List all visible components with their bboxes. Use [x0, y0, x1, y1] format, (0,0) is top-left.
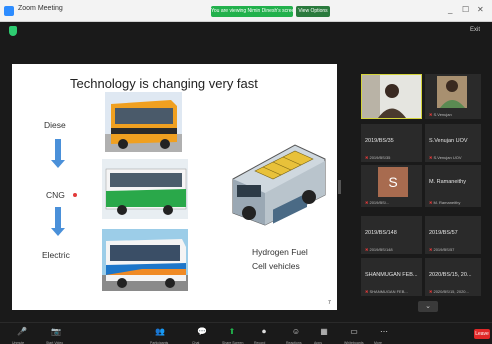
participant-tile[interactable]: 2020/BS/15, 20... ✖ 2020/BS/15, 2020... [425, 258, 481, 296]
toolbar-record-button[interactable]: ⏺ Record [254, 326, 270, 344]
diesel-bus-image [105, 92, 182, 152]
view-options-button[interactable]: View Options [296, 6, 330, 17]
toolbar-apps-button[interactable]: ▦ Apps [314, 326, 330, 344]
participant-video-tile[interactable]: ✖ S.Venujan [425, 74, 481, 119]
participant-name: 2020/BS/15, 20... [429, 272, 472, 278]
participant-tile[interactable]: SHANMUGAN FEB... ✖ SHANMUGAN FEB... [361, 258, 422, 296]
splitter-handle[interactable] [338, 180, 341, 194]
participant-name-footer: ✖ M. Ramaneithy [429, 200, 460, 205]
participant-tile[interactable]: 2019/BS/148 ✖ 2019/BS/148 [361, 216, 422, 254]
share-screen-icon: ⬆ [228, 327, 236, 336]
red-dot-icon [73, 193, 77, 197]
close-icon[interactable]: ✕ [477, 5, 484, 14]
whiteboard-icon: ▭ [350, 327, 358, 336]
participant-name-footer: ✖ 2019/BS/... [365, 200, 389, 205]
window-title: Zoom Meeting [18, 5, 63, 12]
speaker-video-feed [362, 75, 421, 118]
participant-footer-text: 2019/BS/57 [433, 247, 455, 252]
muted-mic-icon: ✖ [429, 112, 433, 117]
participant-footer-text: S.Venujan UOV [433, 155, 462, 160]
participant-name-footer: ✖ SHANMUGAN FEB... [365, 289, 408, 294]
cng-label: CNG [46, 190, 65, 200]
diesel-label: Diese [44, 120, 66, 130]
participant-name-footer: ✖ 2019/BS/57 [429, 247, 454, 252]
muted-mic-icon: ✖ [365, 247, 369, 252]
record-icon: ⏺ [262, 327, 266, 336]
participant-name-footer: ✖ S.Venujan [429, 112, 452, 117]
participant-footer-text: 2020/BS/15, 2020... [433, 289, 469, 294]
participant-footer-text: 2019/BS/35 [369, 155, 391, 160]
down-arrow-icon [51, 139, 65, 168]
toolbar-mic-button[interactable]: 🎤 Unmute [12, 326, 28, 344]
muted-mic-icon: ✖ [365, 200, 369, 205]
muted-mic-icon: ✖ [429, 247, 433, 252]
participant-name: 2019/BS/148 [365, 230, 397, 236]
meeting-toolbar: 🎤 Unmute 📷 Start Video 👥 Participants 💬 Chat ⬆ Sh… [0, 322, 492, 344]
security-shield-icon[interactable] [9, 26, 17, 36]
muted-mic-icon: ✖ [429, 289, 433, 294]
participants-icon: 👥 [155, 327, 165, 336]
toolbar-reactions-button[interactable]: ☺ Reactions [286, 326, 302, 344]
participant-name: 2019/BS/57 [429, 230, 458, 236]
participant-tile[interactable]: M. Ramaneithy ✖ M. Ramaneithy [425, 165, 481, 207]
toolbar-share-screen-button[interactable]: ⬆ Share Screen [222, 326, 243, 344]
toolbar-whiteboard-button[interactable]: ▭ Whiteboards [344, 326, 364, 344]
muted-mic-icon: ✖ [429, 155, 433, 160]
electric-bus-image [102, 229, 188, 291]
toolbar-video-button[interactable]: 📷 Start Video [46, 326, 63, 344]
zoom-window: Zoom Meeting You are viewing Nimin Dines… [0, 0, 492, 344]
participant-name: 2019/BS/35 [365, 138, 394, 144]
muted-mic-icon: ✖ [429, 200, 433, 205]
hydrogen-label-line1: Hydrogen Fuel [252, 247, 308, 257]
minimize-icon[interactable]: _ [448, 5, 452, 14]
muted-mic-icon: ✖ [365, 155, 369, 160]
reactions-icon: ☺ [291, 327, 301, 336]
apps-icon: ▦ [320, 327, 328, 336]
toolbar-chat-button[interactable]: 💬 Chat [192, 326, 208, 344]
maximize-icon[interactable]: ☐ [462, 5, 469, 14]
slide-title: Technology is changing very fast [70, 76, 258, 91]
exit-fullscreen-label[interactable]: Exit [470, 27, 480, 33]
toolbar-participants-button[interactable]: 👥 Participants [150, 326, 168, 344]
participant-name-footer: ✖ 2019/BS/148 [365, 247, 393, 252]
participant-footer-text: M. Ramaneithy [433, 200, 461, 205]
hydrogen-bus-image [232, 144, 326, 226]
slide-page-number: 7 [328, 300, 331, 306]
participant-footer-text: SHANMUGAN FEB... [369, 289, 408, 294]
participant-video-feed [437, 76, 467, 108]
electric-label: Electric [42, 250, 70, 260]
title-bar: Zoom Meeting You are viewing Nimin Dines… [0, 0, 492, 22]
participant-name-footer: ✖ 2020/BS/15, 2020... [429, 289, 469, 294]
participant-name-footer: ✖ S.Venujan UOV [429, 155, 462, 160]
participant-tile[interactable]: 2019/BS/35 ✖ 2019/BS/35 [361, 124, 422, 162]
participant-name: S.Venujan UOV [429, 138, 468, 144]
leave-button[interactable]: Leave [474, 329, 490, 339]
down-arrow-icon [51, 207, 65, 236]
chat-icon: 💬 [197, 327, 207, 336]
toolbar-more-button[interactable]: ⋯ More [374, 326, 390, 344]
screen-share-banner: You are viewing Nimin Dinesh's screen [211, 6, 293, 17]
hydrogen-label-line2: Cell vehicles [252, 261, 300, 271]
participant-avatar: S [378, 167, 408, 197]
meeting-header: Exit [0, 22, 492, 40]
participant-footer-text: 2019/BS/148 [369, 247, 393, 252]
zoom-app-icon [4, 6, 14, 16]
participant-footer-text: 2019/BS/... [369, 200, 390, 205]
more-icon: ⋯ [380, 327, 388, 336]
participant-footer-text: S.Venujan [433, 112, 452, 117]
participant-tile[interactable]: 2019/BS/57 ✖ 2019/BS/57 [425, 216, 481, 254]
cng-bus-image [102, 159, 188, 219]
shared-slide: Technology is changing very fast Diese C… [12, 64, 337, 310]
participant-name-footer: ✖ 2019/BS/35 [365, 155, 390, 160]
mic-icon: 🎤 [17, 327, 27, 336]
participant-video-tile[interactable] [361, 74, 422, 119]
video-icon: 📷 [51, 327, 61, 336]
muted-mic-icon: ✖ [365, 289, 369, 294]
participant-tile[interactable]: S.Venujan UOV ✖ S.Venujan UOV [425, 124, 481, 162]
gallery-scroll-down-button[interactable]: ⌄ [418, 301, 438, 312]
participant-name: SHANMUGAN FEB... [365, 272, 418, 278]
participant-name: M. Ramaneithy [429, 179, 466, 185]
